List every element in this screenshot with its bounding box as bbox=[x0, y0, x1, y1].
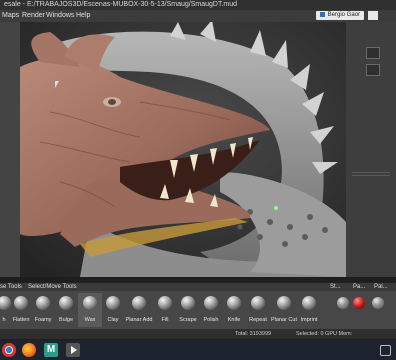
flatten-tool-icon bbox=[14, 296, 28, 310]
polish-tool-icon bbox=[204, 296, 218, 310]
knife-tool-icon bbox=[227, 296, 241, 310]
window-title: esale - E:/TRABAJOS3D/Escenas-MUBOX-30-5… bbox=[4, 1, 238, 8]
object-list-button[interactable] bbox=[366, 47, 380, 59]
panel-divider bbox=[352, 172, 390, 173]
paint-brush-icon[interactable] bbox=[372, 297, 384, 309]
menu-maps[interactable]: Maps bbox=[2, 10, 19, 22]
mudbox-icon[interactable]: M bbox=[44, 343, 58, 357]
foamy-tool-icon bbox=[36, 296, 50, 310]
planar-cut-tool-icon bbox=[277, 296, 291, 310]
tool-imprint[interactable]: Imprint bbox=[297, 293, 321, 327]
notification-icon[interactable] bbox=[380, 345, 391, 356]
menu-help[interactable]: Help bbox=[76, 10, 90, 22]
dragon-sculpt-render bbox=[20, 22, 346, 277]
user-name: Bergio Gaor bbox=[327, 12, 360, 18]
3d-viewport[interactable] bbox=[20, 22, 346, 277]
window-title-bar: esale - E:/TRABAJOS3D/Escenas-MUBOX-30-5… bbox=[0, 0, 396, 10]
imprint-tool-icon bbox=[302, 296, 316, 310]
stamp-brush-icon[interactable] bbox=[337, 297, 349, 309]
scrape-tool-icon bbox=[181, 296, 195, 310]
user-icon bbox=[319, 11, 325, 17]
panel-divider bbox=[352, 175, 390, 176]
menu-bar: Maps Render Windows Help Bergio Gaor bbox=[0, 10, 396, 22]
user-account-box[interactable]: Bergio Gaor bbox=[315, 11, 364, 20]
mouse-cursor-icon bbox=[55, 81, 59, 88]
left-toolbar bbox=[0, 22, 20, 277]
status-bar: Total: 3193999 Selected: 0 GPU Mem: bbox=[0, 329, 396, 339]
layer-button[interactable] bbox=[366, 64, 380, 76]
bulge-tool-icon bbox=[59, 296, 73, 310]
repeat-tool-icon bbox=[251, 296, 265, 310]
planar-add-tool-icon bbox=[132, 296, 146, 310]
chrome-icon[interactable] bbox=[2, 343, 16, 357]
menu-windows[interactable]: Windows bbox=[46, 10, 74, 22]
menu-render[interactable]: Render bbox=[22, 10, 45, 22]
taskbar: M bbox=[0, 340, 396, 360]
tool-planar-add[interactable]: Planar Add bbox=[126, 293, 152, 327]
tool-clay[interactable]: Clay bbox=[101, 293, 125, 327]
status-total: Total: 3193999 bbox=[235, 331, 272, 337]
fill-tool-icon bbox=[158, 296, 172, 310]
layout-toggle-button[interactable] bbox=[368, 11, 378, 20]
paint-color-icon[interactable] bbox=[353, 297, 365, 309]
status-selected: Selected: 0 GPU Mem: bbox=[296, 331, 353, 337]
firefox-icon[interactable] bbox=[22, 343, 36, 357]
tool-shelf: h Flatten Foamy Bulge Wax Clay Planar Ad… bbox=[0, 291, 396, 329]
media-icon[interactable] bbox=[66, 343, 80, 357]
wax-tool-icon bbox=[83, 296, 97, 310]
clay-tool-icon bbox=[106, 296, 120, 310]
tool-repeat[interactable]: Repeat bbox=[246, 293, 270, 327]
right-panel bbox=[346, 22, 396, 277]
